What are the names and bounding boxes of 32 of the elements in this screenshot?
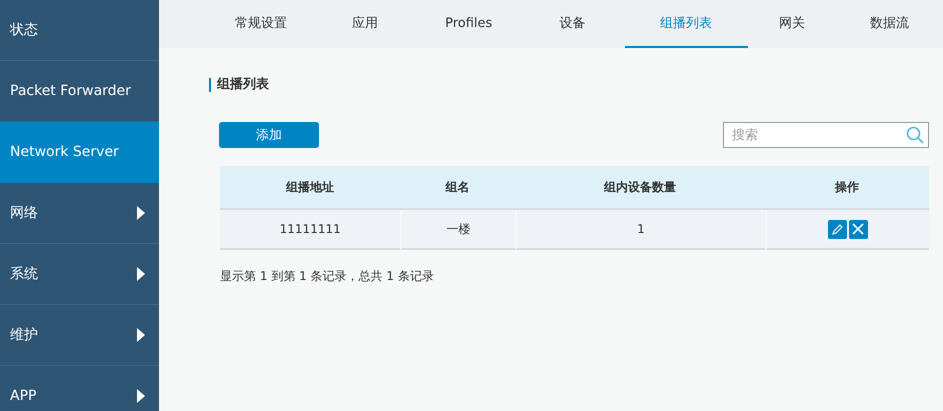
tab[interactable]: Profiles [416,0,521,48]
tab[interactable]: 常规设置 [209,0,313,48]
caret-icon [137,267,145,281]
caret-icon [137,389,145,403]
caret-icon [137,328,145,342]
close-icon [852,223,864,235]
edit-button[interactable] [828,220,847,238]
table-cell: 1 [637,222,645,236]
column-header: 组名 [446,180,470,194]
tab[interactable]: 设备 [520,0,625,48]
sidebar-item[interactable]: APP [0,366,159,411]
sidebar-item[interactable]: 系统 [0,244,159,305]
caret-icon [137,206,145,220]
column-header: 操作 [834,180,859,194]
section-title: 组播列表 [209,78,929,92]
column-header: 组内设备数量 [604,180,676,194]
sidebar-item[interactable]: 网络 [0,183,159,244]
tab[interactable]: 组播列表 [624,0,748,48]
search-icon[interactable] [906,126,924,144]
search-field[interactable]: 搜索 [723,122,929,148]
column-header: 组播地址 [286,180,334,194]
record-count: 显示第 1 到第 1 条记录，总共 1 条记录 [220,268,435,285]
table-cell: 一楼 [446,222,471,236]
tab[interactable]: 应用 [312,0,417,48]
sidebar-item[interactable]: 维护 [0,305,159,366]
tab[interactable]: 网关 [748,0,836,48]
tab[interactable]: 数据流 [836,0,943,48]
pencil-icon [830,222,844,236]
sidebar-item[interactable]: Network Server [0,122,159,183]
table-cell: 11111111 [280,222,341,236]
delete-button[interactable] [848,220,868,238]
add-button[interactable]: 添加 [219,122,319,148]
